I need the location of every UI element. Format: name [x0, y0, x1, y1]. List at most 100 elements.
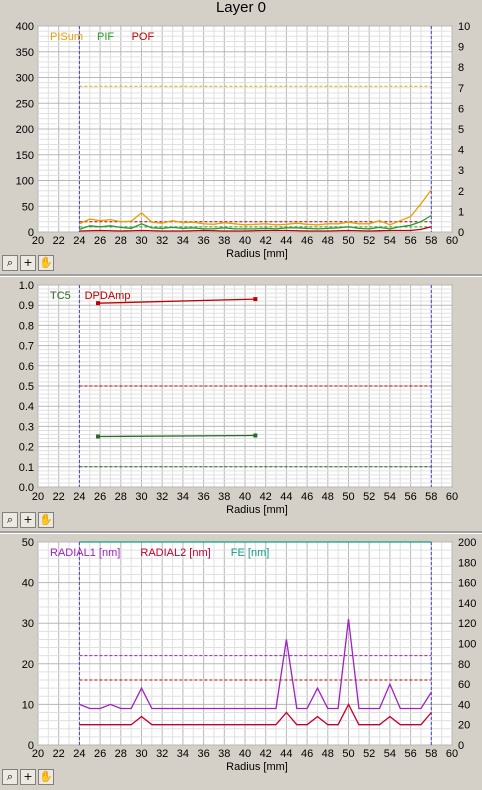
- x-axis-label: Radius [mm]: [226, 504, 288, 516]
- zoom-icon[interactable]: ⌕: [2, 769, 18, 785]
- y-tick-label: 350: [16, 47, 34, 59]
- pisum-pif-pof-chart[interactable]: 20 22 24 26 28 30 32 34 36 38 40 42 44 46 48 50 52 54 56 58…: [0, 18, 482, 276]
- x-tick-label: 56: [404, 748, 416, 760]
- y2-tick-label: 7: [458, 83, 464, 95]
- x-tick-label: 30: [135, 491, 147, 503]
- legend-entry: PIF: [97, 31, 114, 43]
- x-tick-label: 24: [73, 748, 85, 760]
- x-tick-label: 32: [156, 235, 168, 247]
- y-tick-label: 0.4: [19, 401, 34, 413]
- y-tick-label: 400: [16, 21, 34, 33]
- zoom-icon[interactable]: ⌕: [2, 512, 18, 528]
- y2-tick-label: 0: [458, 227, 464, 239]
- radial-fe-chart[interactable]: 20 22 24 26 28 30 32 34 36 38 40 42 44 46 48 50 52 54 56 58…: [0, 534, 482, 790]
- y-tick-label: 300: [16, 73, 34, 85]
- x-tick-label: 60: [446, 235, 458, 247]
- x-tick-label: 32: [156, 491, 168, 503]
- x-tick-label: 28: [115, 491, 127, 503]
- x-tick-label: 58: [425, 748, 437, 760]
- x-tick-label: 38: [218, 748, 230, 760]
- radial-fe-panel: 20 22 24 26 28 30 32 34 36 38 40 42 44 46 48 50 52 54 56 58…: [0, 534, 482, 790]
- y-tick-label: 1.0: [19, 280, 34, 292]
- y2-tick-label: 160: [458, 578, 476, 590]
- x-tick-label: 22: [53, 748, 65, 760]
- y-tick-label: 100: [16, 176, 34, 188]
- legend-entry: RADIAL2 [nm]: [140, 547, 210, 559]
- x-tick-label: 22: [53, 235, 65, 247]
- x-tick-label: 50: [342, 235, 354, 247]
- x-tick-label: 38: [218, 491, 230, 503]
- x-tick-label: 44: [280, 235, 292, 247]
- x-tick-label: 38: [218, 235, 230, 247]
- x-tick-label: 22: [53, 491, 65, 503]
- chart-2-toolbar: ⌕ + ✋: [2, 512, 54, 528]
- y2-tick-label: 3: [458, 165, 464, 177]
- grid: [37, 25, 453, 233]
- pan-hand-icon[interactable]: ✋: [38, 512, 54, 528]
- tc5-dpdamp-panel: 20 22 24 26 28 30 32 34 36 38 40 42 44 46 48 50 52 54 56 58…: [0, 277, 482, 532]
- y2-tick-label: 4: [458, 145, 464, 157]
- x-tick-label: 52: [363, 235, 375, 247]
- y2-tick-label: 0: [458, 740, 464, 752]
- x-axis-label: Radius [mm]: [226, 761, 288, 773]
- crosshair-icon[interactable]: +: [20, 769, 36, 785]
- x-tick-label: 42: [260, 748, 272, 760]
- y-tick-label: 0.6: [19, 361, 34, 373]
- crosshair-icon[interactable]: +: [20, 255, 36, 271]
- x-tick-label: 46: [301, 748, 313, 760]
- y-tick-label: 20: [22, 659, 34, 671]
- chart-1-toolbar: ⌕ + ✋: [2, 255, 54, 271]
- y-tick-label: 0.1: [19, 462, 34, 474]
- pan-hand-icon[interactable]: ✋: [38, 769, 54, 785]
- x-tick-label: 54: [384, 235, 396, 247]
- chart-3-toolbar: ⌕ + ✋: [2, 769, 54, 785]
- crosshair-icon[interactable]: +: [20, 512, 36, 528]
- y-tick-label: 250: [16, 98, 34, 110]
- legend-entry: DPDAmp: [85, 290, 131, 302]
- y-tick-label: 0.8: [19, 320, 34, 332]
- x-tick-label: 32: [156, 748, 168, 760]
- y2-tick-label: 80: [458, 659, 470, 671]
- x-tick-label: 44: [280, 491, 292, 503]
- x-tick-label: 48: [322, 491, 334, 503]
- x-tick-label: 52: [363, 491, 375, 503]
- x-tick-label: 34: [177, 235, 189, 247]
- y2-tick-label: 60: [458, 679, 470, 691]
- x-tick-label: 40: [239, 491, 251, 503]
- zoom-icon[interactable]: ⌕: [2, 255, 18, 271]
- y2-tick-label: 180: [458, 557, 476, 569]
- y2-tick-label: 1: [458, 206, 464, 218]
- x-tick-label: 36: [197, 235, 209, 247]
- y2-tick-label: 120: [458, 618, 476, 630]
- x-tick-label: 30: [135, 235, 147, 247]
- x-tick-label: 50: [342, 491, 354, 503]
- y-tick-label: 0.7: [19, 341, 34, 353]
- x-tick-label: 52: [363, 748, 375, 760]
- x-tick-label: 36: [197, 491, 209, 503]
- y2-tick-label: 9: [458, 42, 464, 54]
- data-point: [96, 434, 101, 439]
- x-tick-label: 48: [322, 235, 334, 247]
- tc5-dpdamp-chart[interactable]: 20 22 24 26 28 30 32 34 36 38 40 42 44 46 48 50 52 54 56 58…: [0, 277, 482, 532]
- x-tick-label: 50: [342, 748, 354, 760]
- x-tick-label: 34: [177, 491, 189, 503]
- legend-entry: PISum: [50, 31, 83, 43]
- y2-tick-label: 2: [458, 186, 464, 198]
- y2-tick-label: 140: [458, 598, 476, 610]
- data-point: [253, 433, 258, 438]
- y2-tick-label: 5: [458, 124, 464, 136]
- y-tick-label: 0.9: [19, 300, 34, 312]
- y2-tick-label: 20: [458, 720, 470, 732]
- x-tick-label: 24: [73, 491, 85, 503]
- x-tick-label: 60: [446, 748, 458, 760]
- y2-tick-label: 10: [458, 21, 470, 33]
- y2-tick-label: 8: [458, 62, 464, 74]
- y-tick-label: 0: [28, 740, 34, 752]
- y-tick-label: 30: [22, 618, 34, 630]
- x-tick-label: 48: [322, 748, 334, 760]
- x-tick-label: 28: [115, 748, 127, 760]
- pan-hand-icon[interactable]: ✋: [38, 255, 54, 271]
- y2-tick-label: 200: [458, 537, 476, 549]
- x-tick-label: 26: [94, 748, 106, 760]
- y-tick-label: 0.2: [19, 442, 34, 454]
